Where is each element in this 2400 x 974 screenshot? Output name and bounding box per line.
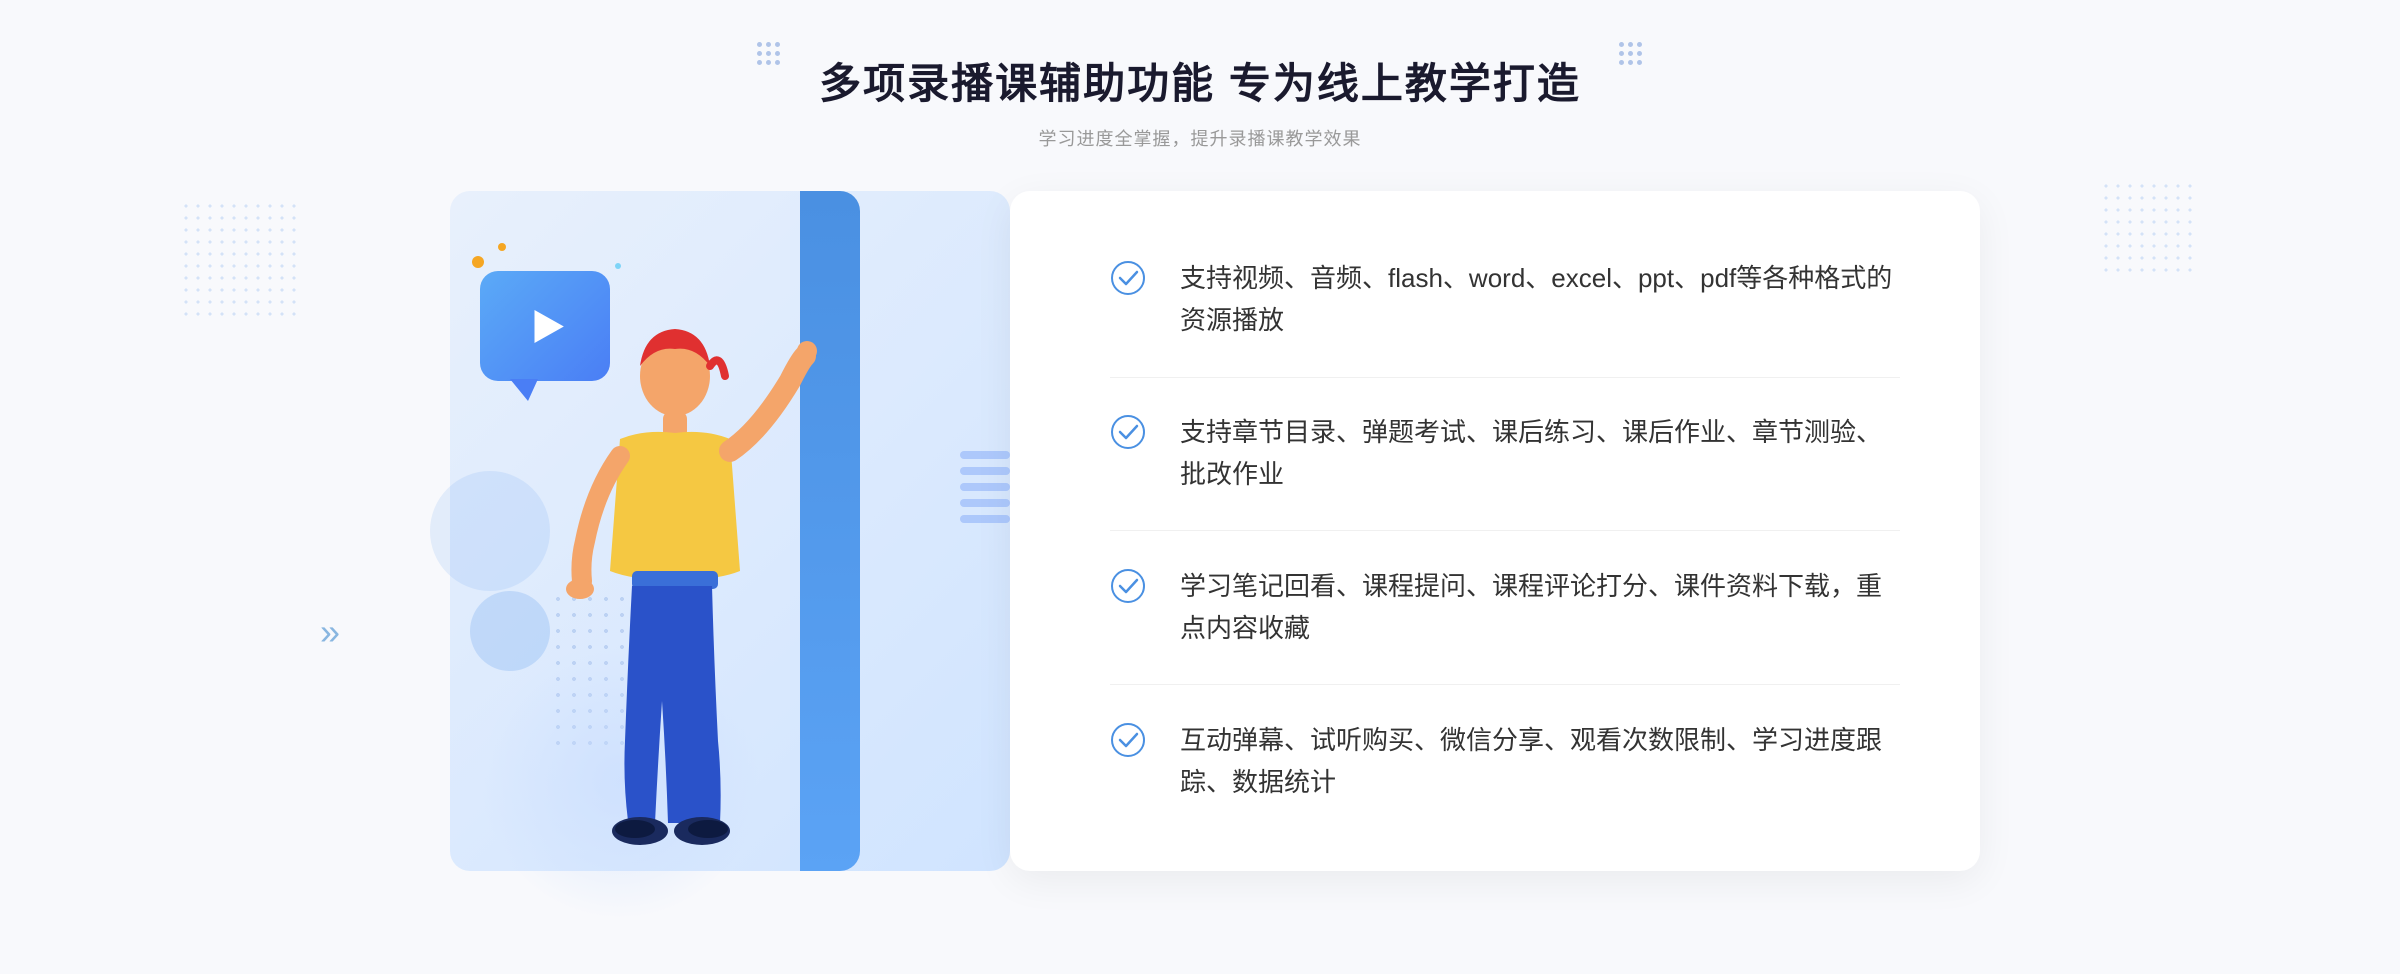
feature-text-2: 支持章节目录、弹题考试、课后练习、课后作业、章节测验、批改作业 [1180, 412, 1900, 495]
main-content: » 支持视频、音频、flash、word、excel、ppt、pdf等各种格式的… [420, 191, 1980, 921]
left-illustration-section [420, 191, 1040, 921]
feature-item-1: 支持视频、音频、flash、word、excel、ppt、pdf等各种格式的资源… [1110, 258, 1900, 341]
subtitle: 学习进度全掌握，提升录播课教学效果 [819, 125, 1581, 151]
feature-item-2: 支持章节目录、弹题考试、课后练习、课后作业、章节测验、批改作业 [1110, 412, 1900, 495]
play-icon [518, 299, 573, 354]
feature-text-4: 互动弹幕、试听购买、微信分享、观看次数限制、学习进度跟踪、数据统计 [1180, 720, 1900, 803]
divider-1 [1110, 377, 1900, 378]
check-circle-icon-3 [1110, 568, 1146, 604]
check-circle-icon-2 [1110, 414, 1146, 450]
check-icon-wrapper-2 [1110, 414, 1150, 454]
check-icon-wrapper-3 [1110, 568, 1150, 608]
check-circle-icon-4 [1110, 722, 1146, 758]
page-container: 多项录播课辅助功能 专为线上教学打造 学习进度全掌握，提升录播课教学效果 [0, 0, 2400, 974]
dot-grid-right [757, 42, 781, 66]
play-bubble [480, 271, 610, 381]
divider-3 [1110, 684, 1900, 685]
header-section: 多项录播课辅助功能 专为线上教学打造 学习进度全掌握，提升录播课教学效果 [819, 0, 1581, 151]
main-title: 多项录播课辅助功能 专为线上教学打造 [819, 50, 1581, 111]
sparkle-1 [472, 256, 484, 268]
stripe-decoration [960, 451, 1010, 571]
feature-item-3: 学习笔记回看、课程提问、课程评论打分、课件资料下载，重点内容收藏 [1110, 566, 1900, 649]
sparkle-2 [498, 243, 506, 251]
feature-item-4: 互动弹幕、试听购买、微信分享、观看次数限制、学习进度跟踪、数据统计 [1110, 720, 1900, 803]
left-chevron-icon: » [320, 611, 340, 653]
check-icon-wrapper-1 [1110, 260, 1150, 300]
divider-2 [1110, 530, 1900, 531]
bg-dots-left [180, 200, 300, 320]
check-icon-wrapper-4 [1110, 722, 1150, 762]
title-decor-right [757, 42, 781, 66]
dot-grid-left [1619, 42, 1643, 66]
person-illustration [480, 321, 830, 891]
bg-dots-right [2100, 180, 2200, 280]
person-svg [480, 321, 830, 891]
feature-text-3: 学习笔记回看、课程提问、课程评论打分、课件资料下载，重点内容收藏 [1180, 566, 1900, 649]
sparkle-3 [615, 263, 621, 269]
feature-text-1: 支持视频、音频、flash、word、excel、ppt、pdf等各种格式的资源… [1180, 258, 1900, 341]
features-panel: 支持视频、音频、flash、word、excel、ppt、pdf等各种格式的资源… [1010, 191, 1980, 871]
title-decor-left [1619, 42, 1643, 66]
check-circle-icon-1 [1110, 260, 1146, 296]
